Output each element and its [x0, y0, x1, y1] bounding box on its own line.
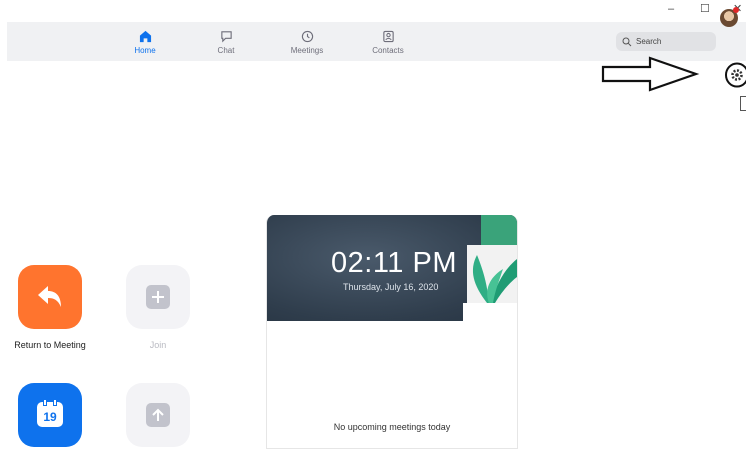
- clock-icon: [301, 30, 313, 43]
- share-screen-button[interactable]: [126, 383, 190, 447]
- return-arrow-icon: [38, 286, 61, 307]
- current-time: 02:11 PM: [331, 247, 457, 279]
- search-icon: [622, 37, 632, 47]
- schedule-button[interactable]: 19: [18, 383, 82, 447]
- tab-meetings-label: Meetings: [290, 46, 324, 55]
- tab-contacts-label: Contacts: [372, 46, 404, 55]
- tab-contacts[interactable]: Contacts: [358, 30, 418, 55]
- tooltip-edge: [740, 96, 746, 111]
- chat-icon: [220, 31, 232, 43]
- gear-icon: [725, 62, 746, 88]
- share-screen-icon: [146, 403, 170, 427]
- tab-chat-label: Chat: [217, 46, 235, 55]
- no-meetings-message: No upcoming meetings today: [333, 422, 451, 432]
- join-label: Join: [149, 340, 167, 350]
- annotation-arrow-icon: [601, 56, 700, 92]
- tab-chat[interactable]: Chat: [196, 30, 256, 55]
- search-box[interactable]: Search: [616, 32, 716, 51]
- contacts-icon: [382, 30, 394, 43]
- tab-meetings[interactable]: Meetings: [277, 30, 337, 55]
- current-date: Thursday, July 16, 2020: [343, 282, 439, 292]
- plant-icon: [463, 215, 517, 321]
- home-icon: [139, 30, 151, 43]
- join-button[interactable]: [126, 265, 190, 329]
- tab-home[interactable]: Home: [115, 30, 175, 55]
- settings-button[interactable]: [724, 62, 746, 88]
- return-to-meeting-button[interactable]: [18, 265, 82, 329]
- calendar-icon: 19: [37, 399, 63, 427]
- plus-icon: [146, 285, 170, 309]
- return-to-meeting-label: Return to Meeting: [14, 340, 86, 350]
- maximize-button[interactable]: ☐: [700, 2, 710, 16]
- card-header: 02:11 PM Thursday, July 16, 2020: [267, 215, 517, 321]
- search-label: Search: [636, 37, 662, 46]
- notification-dot: [733, 7, 739, 13]
- upcoming-meetings-card: 02:11 PM Thursday, July 16, 2020 No upco…: [266, 215, 518, 449]
- tab-home-label: Home: [134, 46, 156, 55]
- minimize-button[interactable]: –: [668, 2, 674, 16]
- calendar-day: 19: [43, 410, 57, 424]
